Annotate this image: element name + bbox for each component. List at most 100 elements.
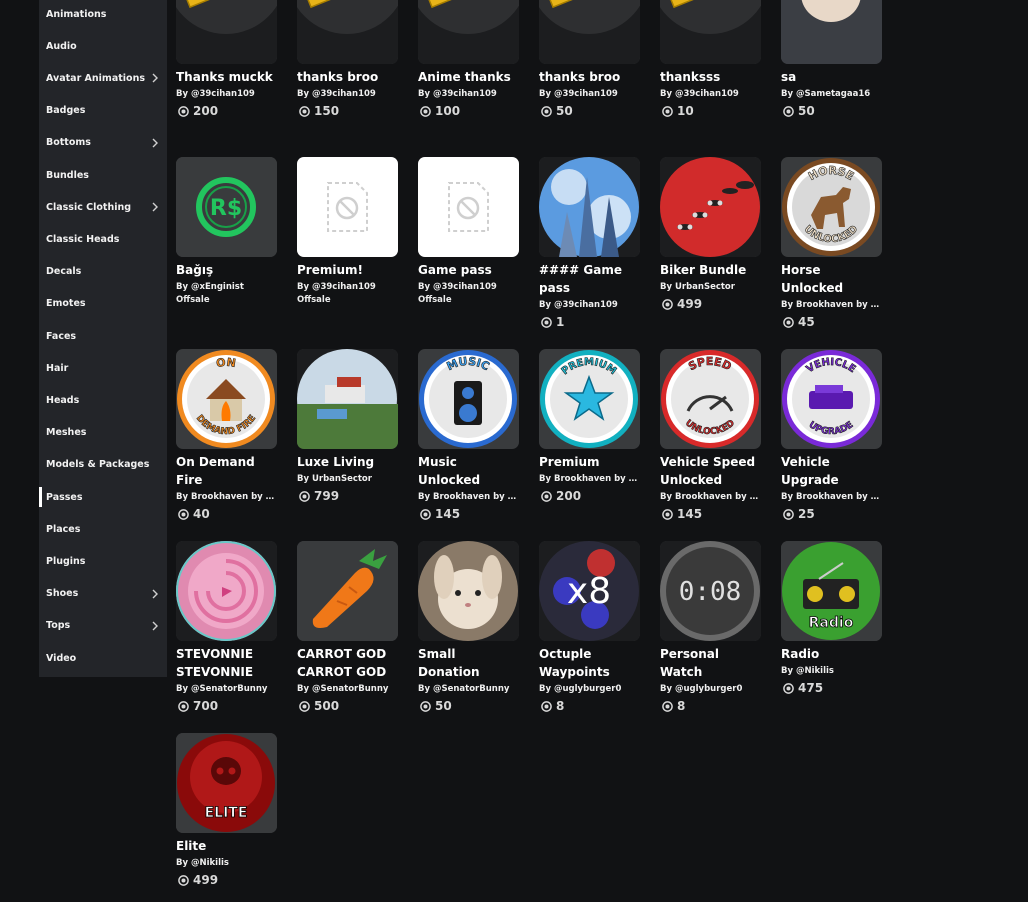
item-creator[interactable]: By Brookhaven by V... — [418, 490, 519, 504]
item-creator[interactable]: By @SenatorBunny — [176, 682, 277, 696]
skyscraper-thumbnail[interactable] — [539, 157, 640, 257]
item-creator[interactable]: By @uglyburger0 — [539, 682, 640, 696]
item-creator[interactable]: By @Nikilis — [781, 664, 882, 678]
item-name[interactable]: Radio — [781, 645, 882, 663]
item-creator[interactable]: By Brookhaven by V... — [781, 490, 882, 504]
item-creator[interactable]: By Brookhaven by V... — [176, 490, 277, 504]
item-creator[interactable]: By @39cihan109 — [539, 298, 640, 312]
ticket-thumbnail[interactable] — [660, 0, 761, 64]
item-name[interactable]: Personal Watch — [660, 645, 761, 681]
item-creator[interactable]: By @39cihan109 — [297, 87, 398, 101]
item-creator[interactable]: By @SenatorBunny — [418, 682, 519, 696]
item-card[interactable]: HORSE UNLOCKED Horse Unlocked By Brookhaven… — [781, 157, 883, 330]
item-card[interactable]: Game pass By @39cihan109 Offsale — [418, 157, 520, 306]
item-creator[interactable]: By @39cihan109 — [660, 87, 761, 101]
image-placeholder-icon[interactable] — [297, 157, 398, 257]
item-name[interactable]: Elite — [176, 837, 277, 855]
item-card[interactable]: STEVONNIE STEVONNIE By @SenatorBunny 700 — [176, 541, 278, 714]
item-name[interactable]: Luxe Living — [297, 453, 398, 471]
speaker-badge-icon[interactable]: MUSIC — [418, 349, 519, 449]
item-card[interactable]: Premium! By @39cihan109 Offsale — [297, 157, 399, 306]
item-name[interactable]: Biker Bundle — [660, 261, 761, 279]
item-creator[interactable]: By @39cihan109 — [539, 87, 640, 101]
item-card[interactable]: x8 Octuple Waypoints By @uglyburger0 8 — [539, 541, 641, 714]
mansion-thumbnail[interactable] — [297, 349, 398, 449]
waypoints-thumbnail[interactable]: x8 — [539, 541, 640, 641]
item-card[interactable]: Radio Radio By @Nikilis 475 — [781, 541, 883, 696]
anime-avatar-thumbnail[interactable] — [781, 0, 882, 64]
item-creator[interactable]: By @uglyburger0 — [660, 682, 761, 696]
item-creator[interactable]: By @39cihan109 — [418, 280, 519, 294]
item-creator[interactable]: By Brookhaven by V... — [660, 490, 761, 504]
item-name[interactable]: Vehicle Upgrade — [781, 453, 882, 489]
item-name[interactable]: Thanks muckk — [176, 68, 277, 86]
ticket-thumbnail[interactable] — [418, 0, 519, 64]
item-card[interactable]: thanks broo By @39cihan109 50 — [539, 0, 641, 119]
item-creator[interactable]: By @39cihan109 — [176, 87, 277, 101]
item-card[interactable]: ELITE Elite By @Nikilis 499 — [176, 733, 278, 888]
item-creator[interactable]: By @Sametagaa16 — [781, 87, 882, 101]
item-creator[interactable]: By @39cihan109 — [418, 87, 519, 101]
item-card[interactable]: SPEED UNLOCKED Vehicle Speed Unlocked By Br… — [660, 349, 762, 522]
item-card[interactable]: Anime thanks By @39cihan109 100 — [418, 0, 520, 119]
item-name[interactable]: Anime thanks — [418, 68, 519, 86]
ticket-thumbnail[interactable] — [297, 0, 398, 64]
item-card[interactable]: R$ Bağış By @xEnginist Offsale — [176, 157, 278, 306]
item-creator[interactable]: By @SenatorBunny — [297, 682, 398, 696]
item-creator[interactable]: By @xEnginist — [176, 280, 277, 294]
car-badge-icon[interactable]: VEHICLE UPGRADE — [781, 349, 882, 449]
item-card[interactable]: VEHICLE UPGRADE Vehicle Upgrade By Brookhav… — [781, 349, 883, 522]
item-card[interactable]: Thanks muckk By @39cihan109 200 — [176, 0, 278, 119]
carrot-thumbnail[interactable] — [297, 541, 398, 641]
motorbike-thumbnail[interactable] — [660, 157, 761, 257]
watch-thumbnail[interactable]: 0:08 — [660, 541, 761, 641]
item-name[interactable]: Game pass — [418, 261, 519, 279]
item-name[interactable]: Small Donation — [418, 645, 519, 681]
item-card[interactable]: CARROT GOD CARROT GOD By @SenatorBunny 500 — [297, 541, 399, 714]
item-card[interactable]: MUSIC Music Unlocked By Brookhaven by V...… — [418, 349, 520, 522]
radio-icon[interactable]: Radio — [781, 541, 882, 641]
item-name[interactable]: #### Game pass — [539, 261, 640, 297]
item-name[interactable]: sa — [781, 68, 882, 86]
item-card[interactable]: 0:08 Personal Watch By @uglyburger0 8 — [660, 541, 762, 714]
star-badge-icon[interactable]: PREMIUM — [539, 349, 640, 449]
fire-house-badge-icon[interactable]: ON DEMAND FIRE — [176, 349, 277, 449]
item-creator[interactable]: By Brookhaven by V... — [539, 472, 640, 486]
item-creator[interactable]: By Brookhaven by V... — [781, 298, 882, 312]
ticket-thumbnail[interactable] — [176, 0, 277, 64]
robux-icon[interactable]: R$ — [176, 157, 277, 257]
item-card[interactable]: thanksss By @39cihan109 10 — [660, 0, 762, 119]
item-name[interactable]: thanks broo — [297, 68, 398, 86]
ticket-thumbnail[interactable] — [539, 0, 640, 64]
skull-icon[interactable]: ELITE — [176, 733, 277, 833]
speedometer-badge-icon[interactable]: SPEED UNLOCKED — [660, 349, 761, 449]
item-card[interactable]: thanks broo By @39cihan109 150 — [297, 0, 399, 119]
bunny-thumbnail[interactable] — [418, 541, 519, 641]
item-card[interactable]: ON DEMAND FIRE On Demand Fire By Brookhaven… — [176, 349, 278, 522]
item-card[interactable]: Luxe Living By UrbanSector 799 — [297, 349, 399, 504]
item-name[interactable]: Vehicle Speed Unlocked — [660, 453, 761, 489]
image-placeholder-icon[interactable] — [418, 157, 519, 257]
item-card[interactable]: Small Donation By @SenatorBunny 50 — [418, 541, 520, 714]
item-name[interactable]: Premium! — [297, 261, 398, 279]
spiral-thumbnail[interactable] — [176, 541, 277, 641]
item-card[interactable]: #### Game pass By @39cihan109 1 — [539, 157, 641, 330]
item-name[interactable]: STEVONNIE STEVONNIE — [176, 645, 277, 681]
item-name[interactable]: thanksss — [660, 68, 761, 86]
item-creator[interactable]: By @39cihan109 — [297, 280, 398, 294]
item-name[interactable]: CARROT GOD CARROT GOD — [297, 645, 398, 681]
item-name[interactable]: thanks broo — [539, 68, 640, 86]
horse-badge-icon[interactable]: HORSE UNLOCKED — [781, 157, 882, 257]
item-name[interactable]: Octuple Waypoints — [539, 645, 640, 681]
item-name[interactable]: Horse Unlocked — [781, 261, 882, 297]
item-name[interactable]: Music Unlocked — [418, 453, 519, 489]
item-name[interactable]: Bağış — [176, 261, 277, 279]
item-name[interactable]: Premium — [539, 453, 640, 471]
item-creator[interactable]: By UrbanSector — [297, 472, 398, 486]
item-creator[interactable]: By UrbanSector — [660, 280, 761, 294]
item-card[interactable]: sa By @Sametagaa16 50 — [781, 0, 883, 119]
item-name[interactable]: On Demand Fire — [176, 453, 277, 489]
item-card[interactable]: PREMIUM Premium By Brookhaven by V... 200 — [539, 349, 641, 504]
item-card[interactable]: Biker Bundle By UrbanSector 499 — [660, 157, 762, 312]
item-creator[interactable]: By @Nikilis — [176, 856, 277, 870]
